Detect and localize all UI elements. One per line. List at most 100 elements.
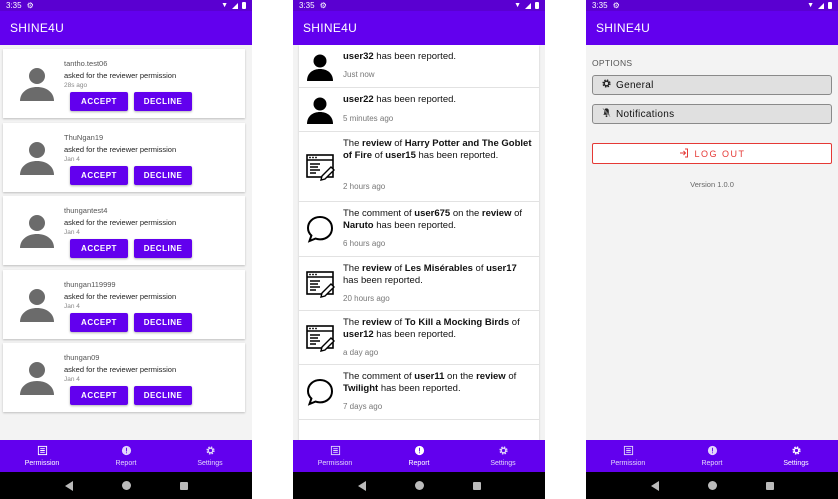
recents-icon[interactable]	[765, 481, 774, 490]
status-bar: 3:35 ⚙ ▼	[586, 0, 838, 11]
nav-settings[interactable]: Settings	[168, 440, 252, 472]
report-text-part: user17	[486, 263, 517, 274]
settings-content: OPTIONS General Notifications LOG OUT Ve…	[586, 45, 838, 440]
nav-report[interactable]: Report	[377, 440, 461, 472]
report-text-part: of	[505, 371, 517, 382]
home-icon[interactable]	[707, 481, 717, 490]
status-time: 3:35	[6, 1, 22, 10]
nav-permission[interactable]: Permission	[293, 440, 377, 472]
user-icon	[305, 95, 335, 125]
home-icon[interactable]	[121, 481, 131, 490]
recents-icon[interactable]	[472, 481, 481, 490]
report-item[interactable]: The review of Harry Potter and The Goble…	[299, 132, 539, 202]
decline-button[interactable]: DECLINE	[134, 92, 192, 111]
report-text-part: The	[343, 317, 363, 328]
permission-list[interactable]: tantho.test06 asked for the reviewer perm…	[0, 45, 252, 440]
decline-button[interactable]: DECLINE	[134, 386, 192, 405]
avatar-icon	[17, 284, 57, 324]
nav-report-label: Report	[701, 460, 723, 467]
nav-report[interactable]: Report	[84, 440, 168, 472]
report-text-part: user32	[343, 51, 374, 62]
settings-status-icon: ⚙	[26, 1, 34, 10]
accept-button[interactable]: ACCEPT	[70, 165, 128, 185]
report-text-part: has been reported.	[378, 383, 461, 394]
app-title: SHINE4U	[303, 21, 358, 35]
report-text-part: of	[511, 208, 523, 219]
bottom-nav: Permission Report Settings	[586, 440, 838, 472]
request-username: thungan119999	[64, 279, 116, 289]
notifications-label: Notifications	[616, 108, 675, 120]
gear-icon	[601, 78, 612, 92]
report-item[interactable]: The review of Les Misérables of user17 h…	[299, 257, 539, 311]
nav-settings[interactable]: Settings	[754, 440, 838, 472]
request-message: asked for the reviewer permission	[64, 71, 177, 80]
report-item[interactable]: The comment of user11 on the review of T…	[299, 365, 539, 420]
request-message: asked for the reviewer permission	[64, 291, 177, 301]
status-time: 3:35	[592, 1, 608, 10]
accept-button[interactable]: ACCEPT	[70, 92, 128, 111]
request-username: thungantest4	[64, 206, 108, 215]
nav-settings[interactable]: Settings	[461, 440, 545, 472]
report-text-part: The	[343, 138, 363, 149]
nav-report[interactable]: Report	[670, 440, 754, 472]
report-time: 2 hours ago	[343, 182, 386, 191]
report-text-part: Twilight	[343, 383, 379, 394]
report-content: user32 has been reported. Just now user22 …	[293, 45, 545, 440]
report-text-part: user11	[414, 371, 445, 382]
app-title: SHINE4U	[10, 21, 65, 35]
nav-permission[interactable]: Permission	[0, 440, 84, 472]
report-item[interactable]: The comment of user675 on the review of …	[299, 202, 539, 257]
report-item[interactable]: user22 has been reported. 5 minutes ago	[299, 88, 539, 132]
nav-permission[interactable]: Permission	[586, 440, 670, 472]
request-username: thungan09	[64, 353, 100, 362]
report-item[interactable]: user32 has been reported. Just now	[299, 45, 539, 88]
back-icon[interactable]	[64, 480, 73, 491]
alert-icon	[414, 445, 425, 458]
report-text: The review of To Kill a Mocking Birds of…	[343, 317, 533, 341]
report-text-part: has been reported.	[373, 329, 457, 340]
report-list[interactable]: user32 has been reported. Just now user22 …	[299, 45, 539, 440]
decline-button[interactable]: DECLINE	[134, 165, 192, 185]
bell-off-icon	[601, 107, 612, 121]
logout-button[interactable]: LOG OUT	[592, 143, 832, 164]
report-text: The comment of user675 on the review of …	[343, 208, 533, 232]
general-button[interactable]: General	[592, 75, 832, 95]
app-bar: SHINE4U	[0, 11, 252, 45]
avatar-icon	[17, 63, 57, 103]
report-text-part: of	[472, 263, 487, 274]
back-icon[interactable]	[357, 480, 366, 491]
report-text-part: of	[391, 263, 405, 274]
comment-icon	[305, 377, 335, 407]
report-screen: 3:35 ⚙ ▼ SHINE4U user32 has been reporte…	[293, 0, 545, 499]
report-text-part: To Kill a Mocking Birds	[404, 317, 510, 328]
accept-button[interactable]: ACCEPT	[70, 386, 128, 405]
accept-button[interactable]: ACCEPT	[70, 239, 128, 258]
permission-card: thungan09 asked for the reviewer permissi…	[3, 343, 245, 412]
report-text-part: on the	[444, 371, 477, 382]
gear-icon	[205, 445, 216, 458]
permission-card: thungantest4 asked for the reviewer permi…	[3, 196, 245, 265]
report-time: Just now	[343, 70, 375, 79]
home-icon[interactable]	[414, 481, 424, 490]
report-item[interactable]: The review of To Kill a Mocking Birds of…	[299, 311, 539, 365]
signal-icon	[525, 2, 531, 9]
report-text-part: has been reported.	[415, 150, 499, 161]
alert-icon	[707, 445, 718, 458]
notifications-button[interactable]: Notifications	[592, 104, 832, 124]
recents-icon[interactable]	[179, 481, 188, 490]
accept-button[interactable]: ACCEPT	[70, 312, 128, 332]
options-header: OPTIONS	[592, 58, 633, 68]
decline-button[interactable]: DECLINE	[134, 312, 192, 332]
back-icon[interactable]	[650, 480, 659, 491]
report-time: 5 minutes ago	[343, 114, 394, 123]
report-time: 6 hours ago	[343, 239, 386, 248]
report-text-part: on the	[450, 208, 482, 219]
review-icon	[305, 269, 335, 299]
decline-button[interactable]: DECLINE	[134, 239, 192, 258]
bottom-nav: Permission Report Settings	[0, 440, 252, 472]
nav-report-label: Report	[408, 460, 430, 467]
nav-settings-label: Settings	[197, 460, 223, 467]
request-time: 28s ago	[64, 82, 88, 89]
settings-status-icon: ⚙	[612, 1, 620, 10]
report-time: a day ago	[343, 348, 379, 357]
